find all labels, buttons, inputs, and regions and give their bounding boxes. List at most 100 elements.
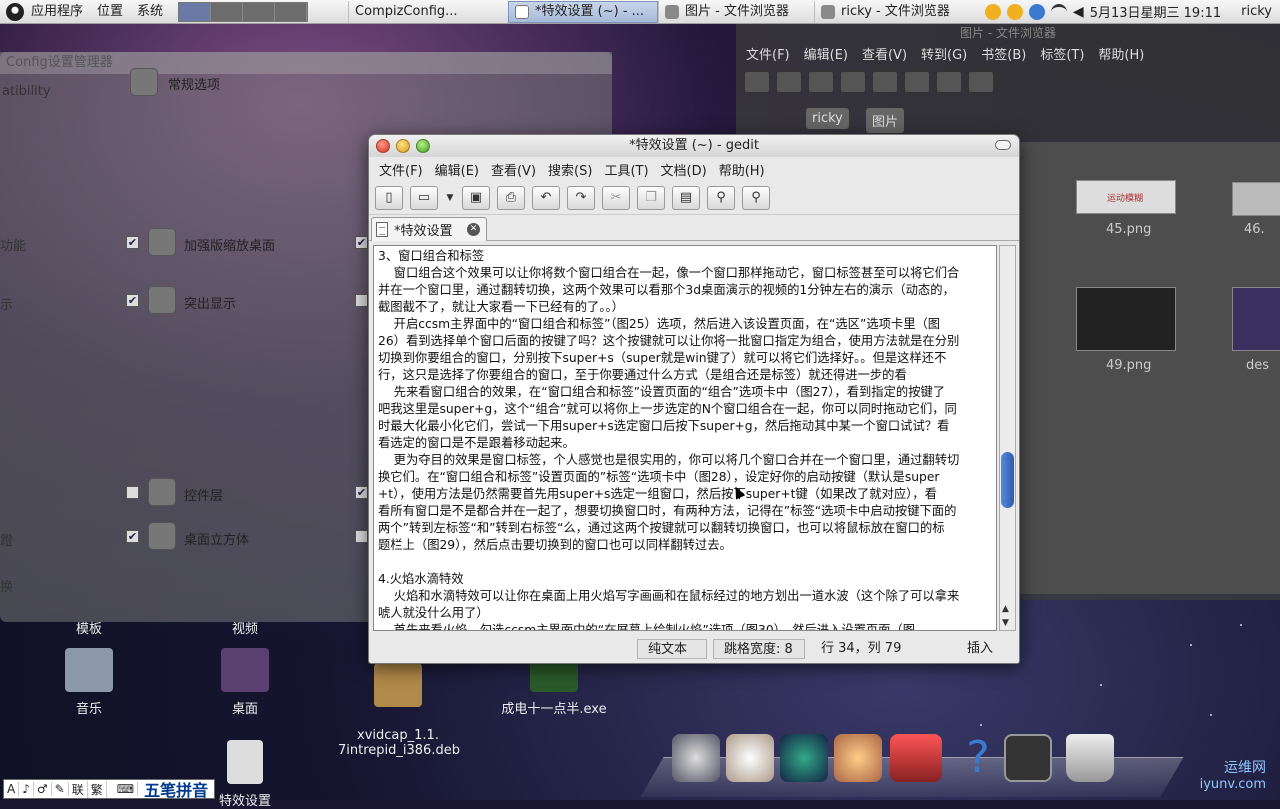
terminal-icon[interactable] <box>1004 734 1052 782</box>
plugin-checkbox-ezoom[interactable]: ✔ <box>126 236 139 249</box>
copy-button[interactable]: ❐ <box>637 185 665 210</box>
fb-menu-tabs[interactable]: 标签(T) <box>1040 44 1084 63</box>
restore-button[interactable] <box>995 140 1011 150</box>
vertical-scrollbar[interactable]: ▲ ▼ <box>999 245 1016 631</box>
user-name[interactable]: ricky <box>1241 4 1272 19</box>
plugin-checkbox-widget[interactable] <box>126 486 139 499</box>
trash-icon[interactable] <box>1066 734 1114 782</box>
movie-player-icon[interactable] <box>672 734 720 782</box>
ccsm-general-options[interactable]: 常规选项 <box>168 74 220 93</box>
fb-menu-bookmarks[interactable]: 书签(B) <box>981 44 1026 63</box>
plugin-label-ezoom[interactable]: 加强版缩放桌面 <box>184 235 275 254</box>
update-icon[interactable] <box>1028 3 1045 20</box>
up-button[interactable] <box>808 71 834 93</box>
menu-edit[interactable]: 编辑(E) <box>429 160 485 179</box>
scrollbar-thumb[interactable] <box>1001 452 1014 508</box>
presentation-icon[interactable] <box>890 734 942 782</box>
desktop-icon-deb[interactable]: xvidcap_1.1. 7intrepid_i386.deb <box>338 648 460 758</box>
menu-file[interactable]: 文件(F) <box>373 160 429 179</box>
mail-icon[interactable] <box>834 734 882 782</box>
ime-handwrite-icon[interactable]: ✎ <box>52 782 69 796</box>
file-thumbnail[interactable]: 运动模糊 <box>1076 180 1176 214</box>
taskbar-item-gedit[interactable]: *特效设置 (~) - ... <box>508 0 659 23</box>
workspace-1[interactable] <box>179 2 212 21</box>
plugin-checkbox-cube[interactable]: ✔ <box>126 530 139 543</box>
workspace-4[interactable] <box>275 2 308 21</box>
open-button[interactable]: ▭ <box>410 185 438 210</box>
fb-menu-file[interactable]: 文件(F) <box>746 44 790 63</box>
menu-places[interactable]: 位置 <box>90 0 130 24</box>
minimize-button[interactable] <box>396 139 410 153</box>
plugin-checkbox[interactable] <box>355 530 368 543</box>
wifi-icon[interactable] <box>1050 3 1067 20</box>
scroll-up-icon[interactable]: ▲ <box>1002 604 1009 614</box>
fb-menu-view[interactable]: 查看(V) <box>862 44 907 63</box>
fb-menu-help[interactable]: 帮助(H) <box>1098 44 1144 63</box>
workspace-switcher[interactable] <box>178 1 309 22</box>
taskbar-item-ccsm[interactable]: CompizConfig... <box>348 0 508 23</box>
file-thumbnail[interactable] <box>1232 182 1280 216</box>
paste-button[interactable]: ▤ <box>672 185 700 210</box>
scroll-down-icon[interactable]: ▼ <box>1002 618 1009 628</box>
reload-button[interactable] <box>872 71 898 93</box>
cut-button[interactable]: ✂ <box>602 185 630 210</box>
qq-icon[interactable] <box>1006 3 1023 20</box>
clock[interactable]: 5月13日星期三 19:11 <box>1090 2 1221 21</box>
gedit-titlebar[interactable]: *特效设置 (~) - gedit <box>369 135 1019 157</box>
search-button[interactable] <box>968 71 994 93</box>
file-thumbnail[interactable] <box>1232 287 1280 351</box>
ime-assoc-button[interactable]: 联 <box>69 780 88 798</box>
home-button[interactable] <box>904 71 930 93</box>
plugin-checkbox[interactable] <box>355 294 368 307</box>
stop-button[interactable] <box>840 71 866 93</box>
undo-button[interactable]: ↶ <box>532 185 560 210</box>
menu-documents[interactable]: 文档(D) <box>655 160 713 179</box>
desktop-icon-templates[interactable]: 模板 <box>34 618 144 637</box>
ime-symbol-icon[interactable]: ♂ <box>34 782 52 796</box>
find-button[interactable]: ⚲ <box>707 185 735 210</box>
print-button[interactable]: ⎙ <box>497 185 525 210</box>
menu-system[interactable]: 系统 <box>130 0 170 24</box>
plugin-label-cube[interactable]: 桌面立方体 <box>184 529 249 548</box>
taskbar-item-pictures[interactable]: 图片 - 文件浏览器 <box>658 0 814 23</box>
file-name[interactable]: 46. <box>1244 222 1265 237</box>
breadcrumb-ricky[interactable]: ricky <box>806 108 849 129</box>
plugin-checkbox-highlight[interactable]: ✔ <box>126 294 139 307</box>
new-document-button[interactable]: ▯ <box>375 185 403 210</box>
file-thumbnail[interactable] <box>1076 287 1176 351</box>
plugin-checkbox[interactable]: ✔ <box>355 236 368 249</box>
save-button[interactable]: ▣ <box>462 185 490 210</box>
package-manager-icon[interactable] <box>726 734 774 782</box>
volume-icon[interactable]: ◀ <box>1073 4 1084 20</box>
tab-close-icon[interactable]: ✕ <box>467 223 480 236</box>
document-tab[interactable]: *特效设置 ✕ <box>371 217 487 241</box>
menu-applications[interactable]: 应用程序 <box>24 0 90 24</box>
find-replace-button[interactable]: ⚲ <box>742 185 770 210</box>
forward-button[interactable] <box>776 71 802 93</box>
language-selector[interactable]: 纯文本 <box>637 639 707 659</box>
help-icon[interactable]: ? <box>954 734 1002 782</box>
breadcrumb-pictures[interactable]: 图片 <box>866 108 905 133</box>
redo-button[interactable]: ↷ <box>567 185 595 210</box>
maximize-button[interactable] <box>416 139 430 153</box>
ime-mode-icon[interactable]: A <box>4 782 20 796</box>
plugin-label-highlight[interactable]: 突出显示 <box>184 293 236 312</box>
qq-icon[interactable] <box>984 3 1001 20</box>
computer-button[interactable] <box>936 71 962 93</box>
ime-traditional-button[interactable]: 繁 <box>88 780 107 798</box>
workspace-3[interactable] <box>243 2 276 21</box>
desktop-icon-music[interactable]: 音乐 <box>34 648 144 717</box>
tab-width-selector[interactable]: 跳格宽度: 8 <box>713 639 805 659</box>
file-name[interactable]: 45.png <box>1106 222 1151 237</box>
taskbar-item-home[interactable]: ricky - 文件浏览器 <box>814 0 964 23</box>
desktop-icon-videos[interactable]: 视频 <box>190 618 300 637</box>
menu-tools[interactable]: 工具(T) <box>598 160 654 179</box>
desktop-icon-desktop[interactable]: 桌面 <box>190 648 300 717</box>
ime-punct-icon[interactable]: ♪ <box>19 782 34 796</box>
workspace-2[interactable] <box>211 2 244 21</box>
text-editor-area[interactable]: 3、窗口组合和标签 窗口组合这个效果可以让你将数个窗口组合在一起，像一个窗口那样… <box>373 245 997 631</box>
system-monitor-icon[interactable] <box>780 734 828 782</box>
fb-menu-go[interactable]: 转到(G) <box>921 44 967 63</box>
file-name[interactable]: des <box>1246 358 1269 373</box>
back-button[interactable] <box>744 71 770 93</box>
